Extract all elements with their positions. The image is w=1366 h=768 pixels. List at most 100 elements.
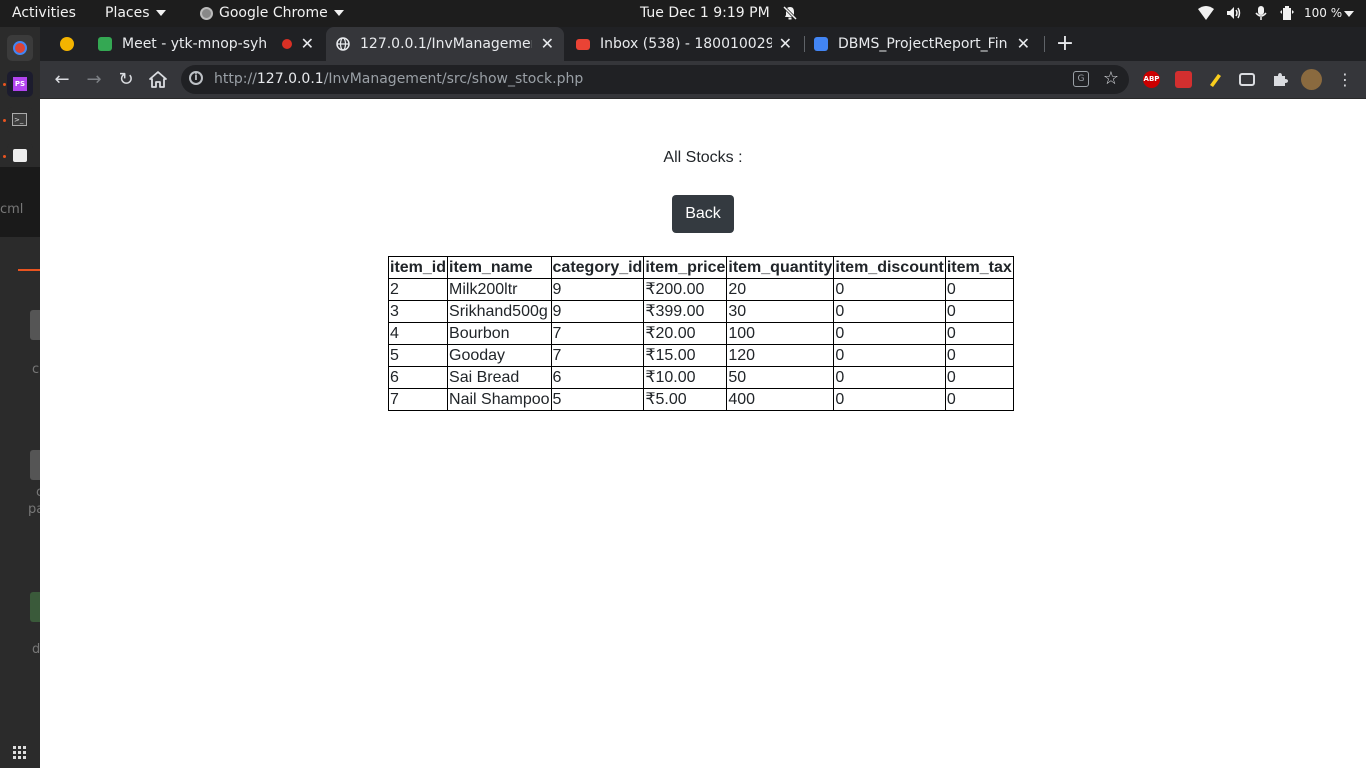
tab-separator [1044,36,1045,52]
dock-files[interactable] [7,143,33,169]
back-arrow-icon[interactable]: ← [50,68,74,92]
page-heading: All Stocks : [663,149,743,166]
cell-item-price: ₹15.00 [643,344,728,367]
tab-docs[interactable]: DBMS_ProjectReport_Fin ✕ [804,27,1040,61]
dock-phpstorm[interactable]: PS [7,71,33,97]
site-info-icon[interactable]: i [189,71,203,85]
table-row: 5 Gooday 7 ₹15.00 120 0 0 [387,344,1014,367]
cell-category-id: 9 [550,278,645,301]
volume-icon[interactable] [1226,6,1242,20]
new-tab-button[interactable]: + [1054,27,1076,61]
table-row: 7 Nail Shampoo 5 ₹5.00 400 0 0 [387,388,1014,411]
tab-gmail[interactable]: Inbox (538) - 180010029@ ✕ [566,27,802,61]
highlighter-icon[interactable] [1207,71,1224,88]
address-bar[interactable]: i http://127.0.0.1/InvManagement/src/sho… [181,65,1129,94]
column-header-category-id: category_id [550,256,645,279]
places-menu[interactable]: Places [105,0,166,27]
chevron-down-icon [155,10,166,16]
cell-item-discount: 0 [833,322,946,345]
dock-terminal[interactable]: >_ [7,107,33,133]
translate-icon[interactable]: G [1073,71,1089,87]
dock-chrome[interactable] [7,35,33,61]
background-accent-line [18,269,40,271]
chevron-down-icon [333,10,344,16]
cell-item-discount: 0 [833,278,946,301]
clock[interactable]: Tue Dec 1 9:19 PM [640,0,798,27]
table-row: 3 Srikhand500g 9 ₹399.00 30 0 0 [387,300,1014,323]
back-button[interactable]: Back [672,195,734,233]
adblock-plus-icon[interactable]: ABP [1143,71,1160,88]
tab-invmanagement[interactable]: 127.0.0.1/InvManagement ✕ [326,27,564,61]
background-text-fragment: c [32,362,40,377]
gmail-icon [576,39,590,50]
cell-item-id: 5 [387,344,449,367]
running-indicator [3,83,6,86]
cell-item-tax: 0 [944,388,1014,411]
app-name-label: Google Chrome [219,5,328,21]
chrome-icon [13,41,27,55]
cell-item-quantity: 20 [726,278,835,301]
reload-icon[interactable]: ↻ [114,68,138,92]
cell-item-name: Srikhand500g [447,300,552,323]
microphone-icon[interactable] [1255,5,1267,21]
cell-item-name: Bourbon [447,322,552,345]
activities-button[interactable]: Activities [12,0,76,27]
battery-icon[interactable] [1280,6,1294,21]
stock-table: item_id item_name category_id item_price… [387,256,1014,411]
close-icon[interactable]: ✕ [301,27,314,61]
close-icon[interactable]: ✕ [1017,27,1030,61]
cell-category-id: 5 [550,388,645,411]
tab-favicon [60,37,74,51]
chrome-icon [200,6,213,20]
cell-item-quantity: 400 [726,388,835,411]
table-header-row: item_id item_name category_id item_price… [387,256,1014,279]
app-menu[interactable]: Google Chrome [200,0,344,27]
show-applications-icon[interactable] [13,745,27,759]
system-menu-chevron-icon[interactable] [1344,11,1354,17]
close-icon[interactable]: ✕ [541,27,554,61]
profile-avatar[interactable] [1301,69,1322,90]
background-widget-fragment [30,592,40,622]
url-path: /InvManagement/src/show_stock.php [323,71,584,87]
cell-item-tax: 0 [944,278,1014,301]
phpstorm-icon: PS [13,77,27,91]
tab-pinned[interactable] [48,27,88,61]
cell-item-quantity: 50 [726,366,835,389]
cell-item-discount: 0 [833,344,946,367]
bookmark-star-icon[interactable]: ☆ [1103,67,1119,91]
picture-in-picture-icon[interactable] [1239,73,1255,86]
tab-meet[interactable]: Meet - ytk-mnop-syh ✕ [88,27,324,61]
tab-title: DBMS_ProjectReport_Fin [838,36,1008,52]
home-icon[interactable] [146,68,170,92]
pdf-extension-icon[interactable] [1175,71,1192,88]
places-label: Places [105,5,150,21]
cell-item-id: 4 [387,322,449,345]
window-icon [13,149,27,162]
battery-percent: 100 % [1304,6,1343,20]
column-header-item-id: item_id [387,256,449,279]
background-widget-fragment [30,310,40,340]
running-indicator [3,119,6,122]
cell-item-tax: 0 [944,366,1014,389]
cell-item-discount: 0 [833,388,946,411]
more-menu-icon[interactable]: ⋮ [1333,68,1357,92]
forward-arrow-icon[interactable]: → [82,68,106,92]
cell-item-name: Nail Shampoo [447,388,552,411]
cell-item-name: Gooday [447,344,552,367]
cell-item-price: ₹20.00 [643,322,728,345]
wifi-icon[interactable] [1198,6,1214,20]
cell-item-id: 7 [387,388,449,411]
url-text[interactable]: http://127.0.0.1/InvManagement/src/show_… [214,65,583,94]
cell-category-id: 7 [550,322,645,345]
cell-category-id: 6 [550,366,645,389]
close-icon[interactable]: ✕ [779,27,792,61]
table-row: 2 Milk200ltr 9 ₹200.00 20 0 0 [387,278,1014,301]
cell-item-tax: 0 [944,322,1014,345]
browser-toolbar: ← → ↻ i http://127.0.0.1/InvManagement/s… [40,61,1366,99]
column-header-item-quantity: item_quantity [726,256,835,279]
datetime-label: Tue Dec 1 9:19 PM [640,5,770,21]
tab-title: 127.0.0.1/InvManagement [360,36,532,52]
url-scheme: http:// [214,71,257,87]
extensions-puzzle-icon[interactable] [1271,71,1288,88]
system-top-bar: Activities Places Google Chrome Tue Dec … [0,0,1366,27]
